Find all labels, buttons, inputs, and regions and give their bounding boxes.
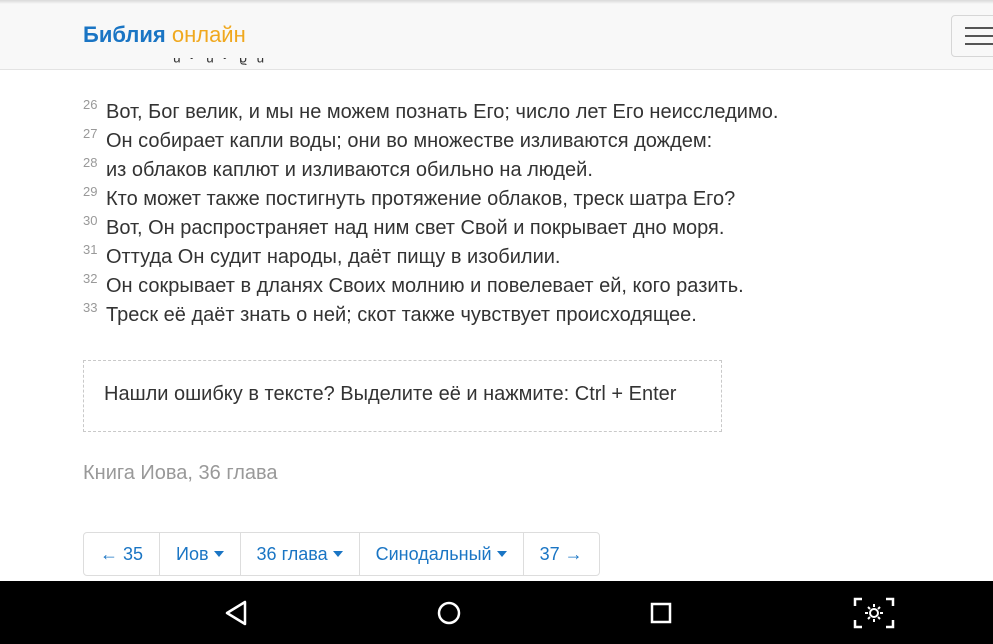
android-navigation-bar [0, 581, 993, 644]
verse-text: Он сокрывает в дланях Своих молнию и пов… [106, 275, 744, 297]
verse-number: 27 [83, 126, 98, 141]
recents-square-icon [650, 602, 672, 624]
next-chapter-button[interactable]: 37 → [524, 533, 599, 575]
verse-number: 28 [83, 155, 98, 170]
caret-down-icon [213, 550, 224, 557]
chapter-caption: Книга Иова, 36 глава [83, 462, 278, 484]
caret-down-icon [496, 550, 507, 557]
verse-number: 26 [83, 97, 98, 112]
verse: 30 Вот, Он распространяет над ним свет С… [83, 213, 943, 243]
clipped-text: ᵤ ʸ ᵤ ʸ ᵨ ᵤ [173, 58, 266, 69]
verse: 28 из облаков каплют и изливаются обильн… [83, 155, 943, 185]
verse-text: Он собирает капли воды; они во множестве… [106, 130, 713, 152]
verse-text: Вот, Он распространяет над ним свет Свой… [106, 217, 725, 239]
verse-number: 30 [83, 213, 98, 228]
verse: 29 Кто может также постигнуть протяжение… [83, 184, 943, 214]
caret-down-icon [332, 550, 343, 557]
book-select-label: Иов [176, 544, 209, 564]
prev-chapter-button[interactable]: ← 35 [84, 533, 161, 575]
home-button[interactable] [429, 595, 469, 631]
chapter-select-button[interactable]: 36 глава [241, 533, 360, 575]
translation-select-button[interactable]: Синодальный [360, 533, 524, 575]
chapter-pager: ← 35 Иов 36 глава Синодальный 37 → [83, 532, 600, 576]
hamburger-bar [965, 43, 993, 45]
screenshot-capture-icon [853, 597, 895, 629]
error-report-notice: Нашли ошибку в тексте? Выделите её и наж… [83, 360, 722, 432]
verse-text: Треск её даёт знать о ней; скот также чу… [106, 304, 697, 326]
clipped-verse-remnant: ᵤ ʸ ᵤ ʸ ᵨ ᵤ [83, 58, 743, 72]
verse: 33 Треск её даёт знать о ней; скот также… [83, 300, 943, 330]
back-triangle-icon [225, 600, 247, 626]
verse-text: из облаков каплют и изливаются обильно н… [106, 159, 593, 181]
verse-text: Вот, Бог велик, и мы не можем познать Ег… [106, 101, 779, 123]
verse: 26 Вот, Бог велик, и мы не можем познать… [83, 97, 943, 127]
site-logo[interactable]: Библия онлайн [83, 22, 246, 48]
verse-number: 33 [83, 300, 98, 315]
error-report-text: Нашли ошибку в тексте? Выделите её и наж… [104, 383, 677, 405]
verse: 31 Оттуда Он судит народы, даёт пищу в и… [83, 242, 943, 272]
hamburger-menu-icon [965, 27, 993, 29]
verse-number: 32 [83, 271, 98, 286]
home-circle-icon [437, 601, 461, 625]
brand-word-bible: Библия [83, 22, 166, 47]
brand-word-online: онлайн [171, 22, 246, 47]
verse-number: 31 [83, 242, 98, 257]
screenshot-button[interactable] [852, 595, 896, 631]
back-button[interactable] [216, 595, 256, 631]
verse-text: Оттуда Он судит народы, даёт пищу в изоб… [106, 246, 561, 268]
verse-number: 29 [83, 184, 98, 199]
verse-list: 26 Вот, Бог велик, и мы не можем познать… [83, 97, 943, 330]
verse: 32 Он сокрывает в дланях Своих молнию и … [83, 271, 943, 301]
hamburger-bar [965, 35, 993, 37]
book-select-button[interactable]: Иов [160, 533, 241, 575]
verse-text: Кто может также постигнуть протяжение об… [106, 188, 736, 210]
verse: 27 Он собирает капли воды; они во множес… [83, 126, 943, 156]
chapter-select-label: 36 глава [256, 544, 328, 564]
status-shadow [0, 0, 993, 4]
hamburger-menu-button[interactable] [951, 15, 993, 57]
recents-button[interactable] [641, 595, 681, 631]
translation-select-label: Синодальный [375, 544, 492, 564]
